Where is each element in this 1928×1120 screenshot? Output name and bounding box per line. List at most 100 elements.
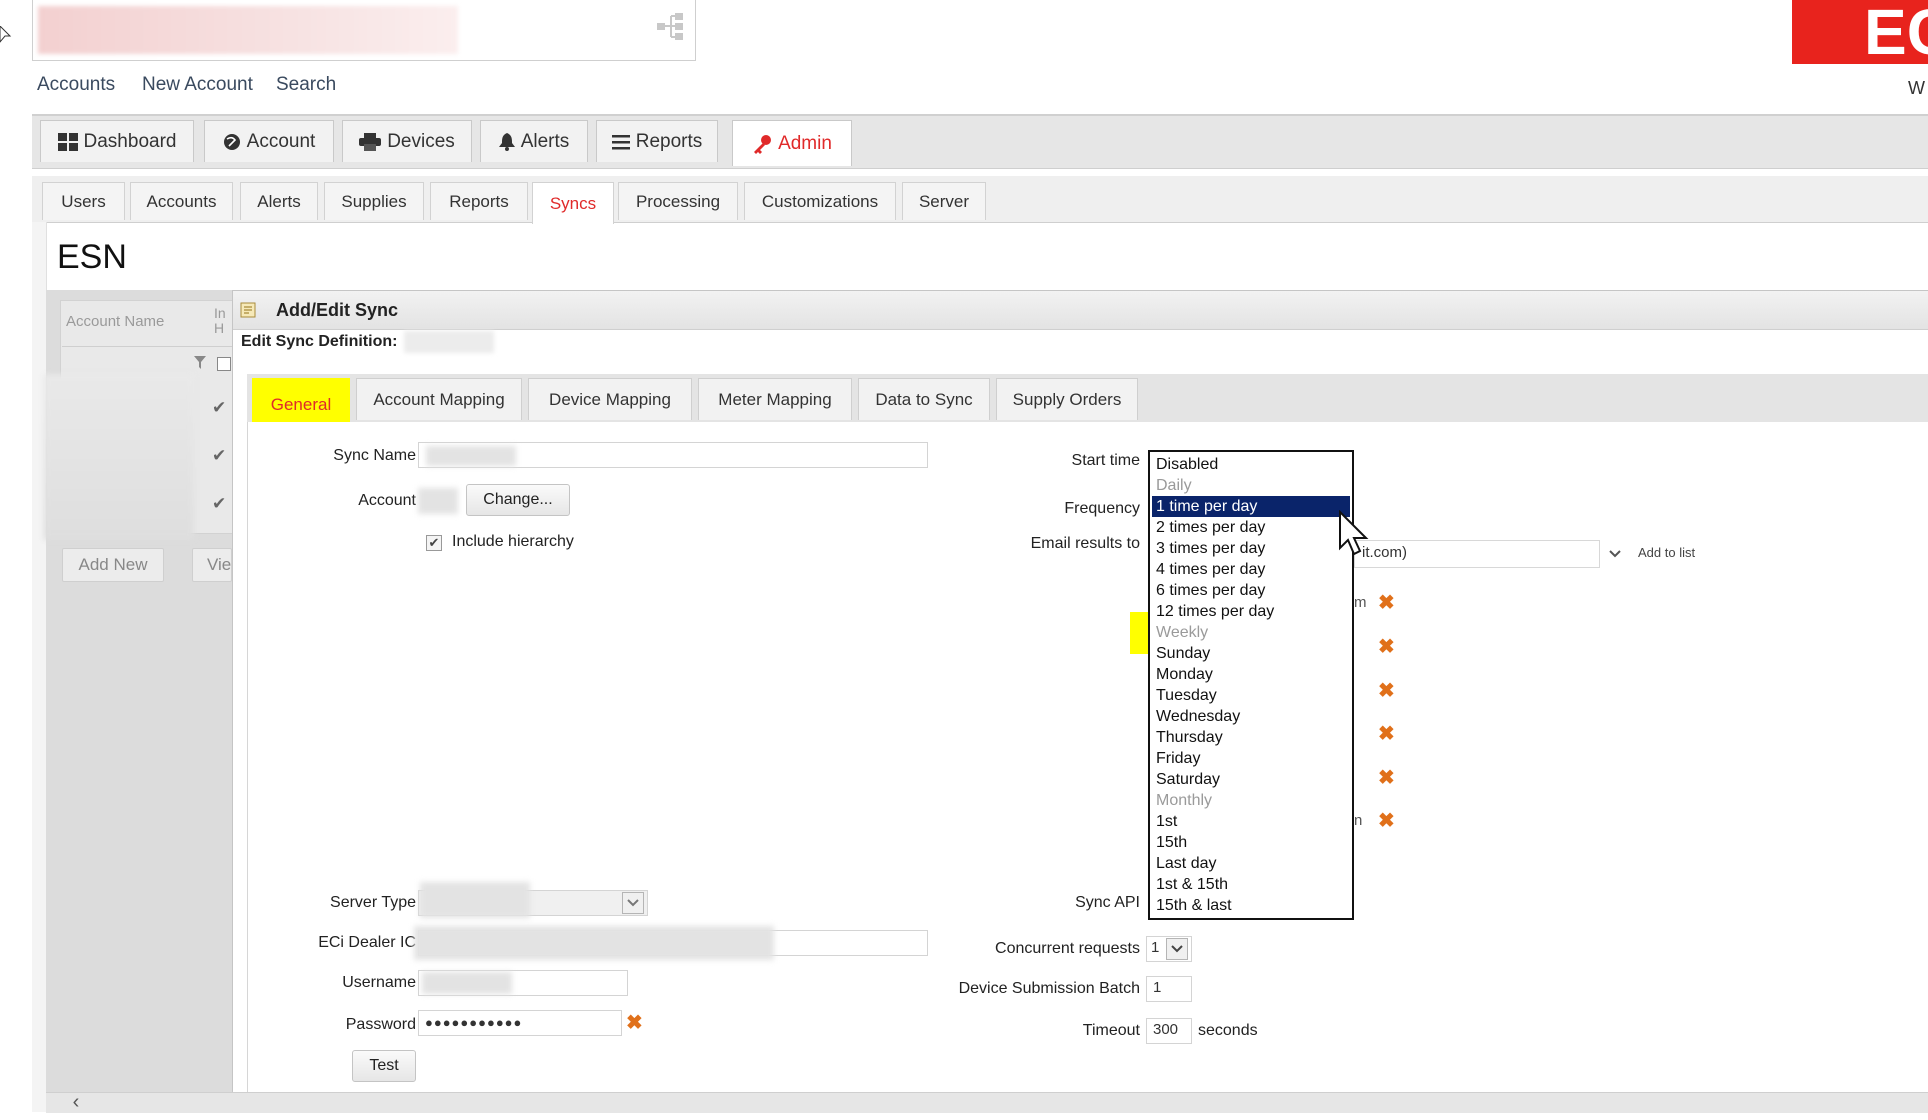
subtab-processing[interactable]: Processing — [618, 182, 738, 220]
sync-api-label: Sync API — [1075, 894, 1140, 911]
edit-sync-definition-label: Edit Sync Definition: — [241, 333, 398, 350]
clear-password-icon[interactable]: ✖ — [626, 1010, 643, 1035]
subtab-supplies[interactable]: Supplies — [324, 182, 424, 220]
remove-email-icon[interactable]: ✖ — [1378, 634, 1395, 659]
device-submission-batch-label: Device Submission Batch — [958, 980, 1140, 997]
password-input[interactable]: ●●●●●●●●●●● — [418, 1010, 622, 1036]
scroll-left-arrow-icon[interactable]: ‹ — [66, 1092, 86, 1112]
frequency-option[interactable]: Disabled — [1156, 454, 1218, 475]
tab-account[interactable]: Account — [204, 120, 334, 162]
account-list-rows-redacted — [44, 374, 194, 540]
tab-admin[interactable]: Admin — [732, 120, 852, 166]
frequency-option[interactable]: Friday — [1156, 748, 1200, 769]
change-account-button[interactable]: Change... — [466, 484, 570, 516]
view-button[interactable]: Vie — [192, 548, 232, 582]
timeout-input[interactable]: 300 — [1146, 1018, 1192, 1044]
tab-account-label: Account — [246, 130, 316, 152]
include-hierarchy-checkbox[interactable]: ✔ — [426, 535, 442, 551]
checkmark-icon: ✔ — [212, 398, 227, 417]
mouse-cursor-icon — [0, 26, 12, 43]
subtab-accounts[interactable]: Accounts — [130, 182, 233, 220]
form-icon — [240, 302, 256, 318]
dialog-tab-account-mapping[interactable]: Account Mapping — [356, 378, 522, 420]
sync-name-value-redacted — [426, 446, 516, 466]
top-link-new-account[interactable]: New Account — [142, 74, 253, 96]
frequency-dropdown-list[interactable]: Disabled Daily 1 time per day 2 times per d… — [1148, 450, 1354, 920]
frequency-option[interactable]: 1 time per day — [1152, 496, 1350, 517]
frequency-option[interactable]: 1st — [1156, 811, 1177, 832]
frequency-option[interactable]: Tuesday — [1156, 685, 1217, 706]
frequency-option[interactable]: 2 times per day — [1156, 517, 1265, 538]
add-to-list-link[interactable]: Add to list — [1638, 545, 1695, 560]
dialog-tab-supply-orders[interactable]: Supply Orders — [996, 378, 1138, 420]
chevron-down-icon[interactable] — [1166, 938, 1188, 960]
frequency-option: Daily — [1156, 477, 1192, 494]
filter-icon[interactable] — [194, 356, 206, 370]
mouse-cursor-icon — [1339, 510, 1369, 556]
chevron-down-icon[interactable] — [622, 892, 644, 914]
include-hierarchy-label: Include hierarchy — [452, 533, 574, 550]
page-title: ESN — [57, 238, 127, 276]
top-link-accounts[interactable]: Accounts — [37, 74, 115, 96]
subtab-customizations[interactable]: Customizations — [744, 182, 896, 220]
frequency-option[interactable]: Sunday — [1156, 643, 1210, 664]
sync-definition-name-redacted — [404, 331, 494, 353]
remove-email-icon[interactable]: ✖ — [1378, 721, 1395, 746]
server-type-value-redacted — [420, 882, 530, 918]
dialog-tab-meter-mapping[interactable]: Meter Mapping — [698, 378, 852, 420]
top-link-search[interactable]: Search — [276, 74, 336, 96]
tab-dashboard-label: Dashboard — [83, 130, 177, 152]
dialog-tab-data-to-sync[interactable]: Data to Sync — [858, 378, 990, 420]
remove-email-icon[interactable]: ✖ — [1378, 590, 1395, 615]
frequency-option[interactable]: 15th & last — [1156, 895, 1232, 916]
dashboard-icon — [57, 132, 78, 151]
frequency-option[interactable]: Saturday — [1156, 769, 1220, 790]
filter-checkbox[interactable] — [217, 357, 231, 371]
list-divider — [62, 346, 232, 347]
test-connection-button[interactable]: Test — [352, 1050, 416, 1082]
frequency-option[interactable]: Monday — [1156, 664, 1213, 685]
frequency-option[interactable]: 4 times per day — [1156, 559, 1265, 580]
device-submission-batch-input[interactable]: 1 — [1146, 976, 1192, 1002]
left-gutter — [32, 222, 47, 1112]
chevron-down-icon[interactable] — [1608, 549, 1622, 559]
tab-alerts[interactable]: Alerts — [480, 120, 588, 162]
email-results-label: Email results to — [1030, 535, 1140, 552]
frequency-option[interactable]: Last day — [1156, 853, 1216, 874]
frequency-option[interactable]: 3 times per day — [1156, 538, 1265, 559]
tab-reports[interactable]: Reports — [596, 120, 718, 162]
frequency-option[interactable]: Wednesday — [1156, 706, 1240, 727]
sitemap-icon[interactable] — [655, 10, 687, 42]
add-new-button[interactable]: Add New — [62, 548, 164, 582]
email-row-suffix: m — [1354, 594, 1367, 611]
tab-dashboard[interactable]: Dashboard — [40, 120, 194, 162]
remove-email-icon[interactable]: ✖ — [1378, 808, 1395, 833]
horizontal-scrollbar[interactable] — [46, 1092, 1928, 1113]
tab-alerts-label: Alerts — [520, 130, 570, 152]
subtab-server[interactable]: Server — [902, 182, 986, 220]
remove-email-icon[interactable]: ✖ — [1378, 678, 1395, 703]
subtab-alerts[interactable]: Alerts — [240, 182, 318, 220]
subtab-reports[interactable]: Reports — [430, 182, 528, 220]
email-row-suffix: n — [1354, 812, 1363, 829]
frequency-option[interactable]: 15th — [1156, 832, 1187, 853]
start-time-label: Start time — [1071, 452, 1140, 469]
column-header-account-name: Account Name — [66, 313, 165, 330]
remove-email-icon[interactable]: ✖ — [1378, 765, 1395, 790]
tab-admin-label: Admin — [778, 132, 832, 154]
frequency-option: Weekly — [1156, 624, 1209, 641]
frequency-option[interactable]: Thursday — [1156, 727, 1223, 748]
tab-devices[interactable]: Devices — [342, 120, 472, 162]
brand-logo: EC — [1792, 0, 1928, 64]
tab-reports-label: Reports — [635, 130, 703, 152]
subtab-users[interactable]: Users — [42, 182, 125, 220]
subtab-syncs[interactable]: Syncs — [532, 182, 614, 224]
checkmark-icon: ✔ — [212, 494, 227, 513]
frequency-option[interactable]: 1st & 15th — [1156, 874, 1228, 895]
brand-subtext: W — [1908, 78, 1925, 98]
dialog-tab-device-mapping[interactable]: Device Mapping — [528, 378, 692, 420]
frequency-option[interactable]: 12 times per day — [1156, 601, 1274, 622]
header-title-redacted — [38, 6, 458, 54]
frequency-option[interactable]: 6 times per day — [1156, 580, 1265, 601]
dialog-title-bar — [233, 291, 1928, 330]
